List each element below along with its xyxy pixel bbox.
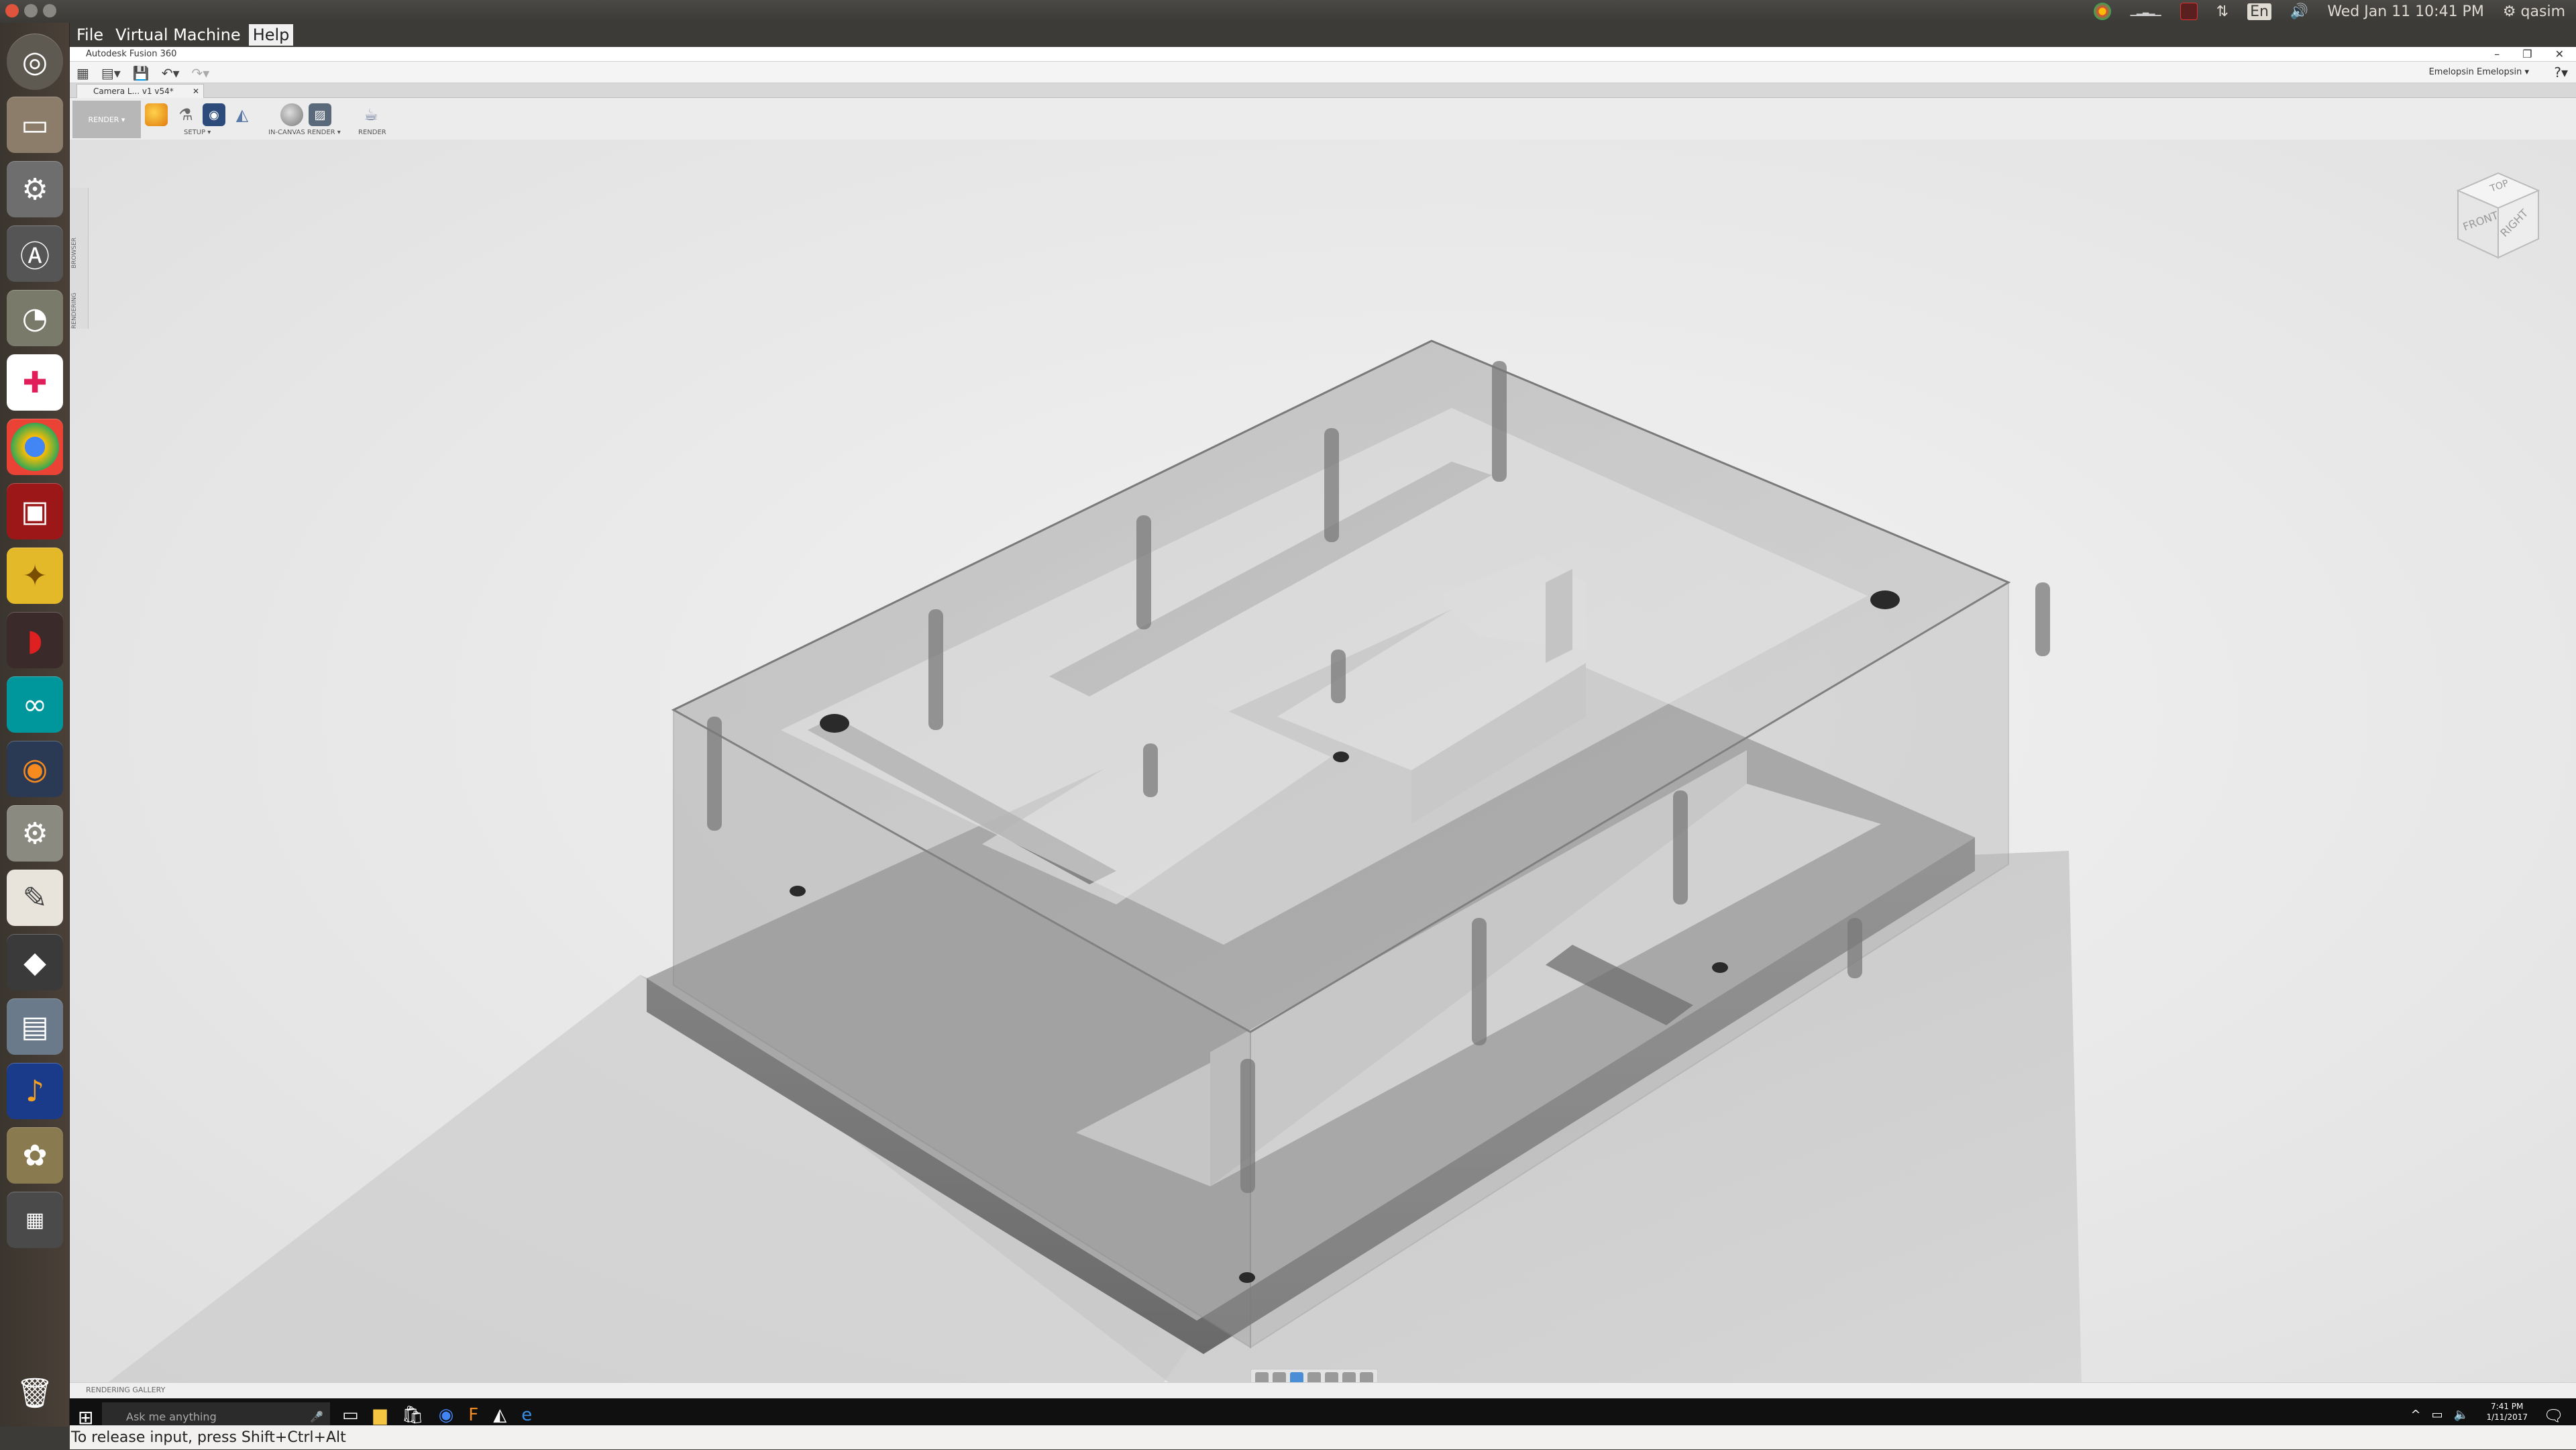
clock[interactable]: Wed Jan 11 10:41 PM (2327, 3, 2484, 20)
chrome-indicator-icon[interactable] (2094, 3, 2112, 20)
fusion-window: Autodesk Fusion 360 – ❐ ✕ ▦ ▤▾ 💾 ↶▾ ↷▾ E… (70, 47, 2576, 1436)
file-menu-icon[interactable]: ▤▾ (101, 65, 121, 81)
blender-icon[interactable]: ◉ (7, 741, 63, 797)
environment-icon[interactable]: ◉ (203, 103, 225, 126)
system-load-icon[interactable]: ▁▂▃▂▁ (2130, 7, 2161, 16)
model-render (70, 340, 2082, 1412)
files-icon[interactable]: ▭ (7, 97, 63, 153)
decal-icon[interactable]: ◭ (231, 103, 254, 126)
document-tabs: Camera L... v1 v54* ✕ (70, 83, 2576, 98)
inkscape-icon[interactable]: ◆ (7, 934, 63, 990)
search-placeholder: Ask me anything (126, 1410, 217, 1423)
in-canvas-render-icon[interactable] (280, 103, 303, 126)
chrome-icon[interactable] (7, 419, 63, 475)
dash-home-icon[interactable]: ◎ (7, 34, 63, 90)
trash-icon[interactable]: 🗑 (7, 1365, 63, 1421)
document-tab[interactable]: Camera L... v1 v54* ✕ (76, 84, 204, 98)
close-button[interactable]: ✕ (2555, 47, 2564, 62)
vm-window: File Virtual Machine Help Autodesk Fusio… (70, 23, 2576, 1449)
network-icon[interactable]: ⇅ (2216, 3, 2229, 20)
system-settings-icon[interactable]: ⚙ (7, 161, 63, 217)
in-canvas-render-label[interactable]: IN-CANVAS RENDER ▾ (268, 129, 341, 136)
terminal-app-icon[interactable]: ▣ (7, 483, 63, 539)
tab-label: Camera L... v1 v54* (93, 87, 174, 96)
fusion-title: Autodesk Fusion 360 (86, 49, 177, 59)
release-input-hint: To release input, press Shift+Ctrl+Alt (71, 1429, 346, 1446)
scene-settings-icon[interactable] (145, 103, 168, 126)
battery-icon[interactable] (2180, 3, 2198, 20)
chrome-taskbar-icon[interactable]: ◉ (439, 1405, 454, 1425)
vm-taskbar-icon[interactable]: ◭ (493, 1405, 506, 1425)
volume-tray-icon[interactable]: 🔈 (2454, 1408, 2469, 1422)
gear-icon: ⚙ (2502, 3, 2516, 20)
redo-icon[interactable]: ↷▾ (192, 65, 210, 81)
audacity-icon[interactable]: ♪ (7, 1063, 63, 1119)
menu-file[interactable]: File (72, 24, 107, 46)
close-tab-icon[interactable]: ✕ (193, 85, 199, 98)
browser-label: BROWSER (71, 237, 78, 268)
taskbar-time: 7:41 PM (2491, 1402, 2524, 1411)
software-updater-icon[interactable]: Ⓐ (7, 225, 63, 282)
help-icon[interactable]: ?▾ (2554, 64, 2568, 81)
show-hidden-icons[interactable]: ^ (2410, 1408, 2420, 1422)
file-explorer-icon[interactable]: ▆ (374, 1405, 387, 1425)
gimp-icon[interactable]: ✿ (7, 1127, 63, 1184)
data-panel-icon[interactable]: ▦ (76, 65, 89, 81)
undo-icon[interactable]: ↶▾ (162, 65, 180, 81)
ubuntu-top-panel: ▁▂▃▂▁ ⇅ En 🔊 Wed Jan 11 10:41 PM ⚙ qasim (0, 0, 2576, 23)
minimize-button[interactable]: – (2494, 47, 2500, 62)
username: qasim (2520, 3, 2565, 20)
taskbar-clock[interactable]: 7:41 PM 1/11/2017 (2486, 1401, 2528, 1422)
render-label[interactable]: RENDER (358, 129, 386, 136)
edge-icon[interactable]: e (521, 1405, 532, 1425)
menu-help[interactable]: Help (248, 24, 294, 46)
browser-panel-collapsed[interactable]: BROWSER RENDERING (70, 188, 89, 329)
volume-icon[interactable]: 🔊 (2290, 3, 2308, 20)
restore-button[interactable]: ❐ (2522, 47, 2532, 62)
disk-usage-icon[interactable]: ◔ (7, 290, 63, 346)
text-editor-icon[interactable]: ✎ (7, 870, 63, 926)
taskbar-date: 1/11/2017 (2486, 1412, 2528, 1422)
remote-desktop-icon[interactable]: ▤ (7, 998, 63, 1055)
window-controls (5, 4, 56, 17)
viewcube[interactable]: TOP FRONT RIGHT (2445, 164, 2552, 271)
workspace-switcher-icon[interactable]: ▦ (7, 1192, 63, 1248)
fusion-taskbar-icon[interactable]: F (468, 1405, 478, 1425)
capture-image-icon[interactable]: ▨ (309, 103, 331, 126)
workspace-switcher[interactable]: RENDER ▾ (72, 101, 141, 138)
minimize-icon[interactable] (24, 4, 38, 17)
red-app-icon[interactable]: ◗ (7, 612, 63, 668)
session-menu[interactable]: ⚙ qasim (2503, 3, 2565, 20)
arduino-icon[interactable]: ∞ (7, 676, 63, 733)
taskbar-apps: ▭ ▆ 🛍 ◉ F ◭ e (342, 1405, 532, 1425)
network-tray-icon[interactable]: ▭ (2432, 1408, 2443, 1422)
action-center-icon[interactable]: 🗨 (2544, 1406, 2564, 1425)
quick-access-toolbar: ▦ ▤▾ 💾 ↶▾ ↷▾ Emelopsin Emelopsin ▾ ?▾ (70, 62, 2576, 83)
slack-icon[interactable]: ✚ (7, 354, 63, 411)
vm-status-bar: To release input, press Shift+Ctrl+Alt (70, 1425, 2576, 1449)
unity-launcher: ◎ ▭ ⚙ Ⓐ ◔ ✚ ▣ ✦ ◗ ∞ ◉ ⚙ ✎ ◆ ▤ ♪ ✿ ▦ 🗑 (0, 23, 70, 1427)
fusion-titlebar: Autodesk Fusion 360 – ❐ ✕ (70, 47, 2576, 62)
user-menu[interactable]: Emelopsin Emelopsin ▾ (2429, 67, 2529, 77)
render-icon[interactable]: ☕ (360, 103, 382, 126)
render-toolbar: RENDER ▾ ⚗ ◉ ◭ SETUP ▾ ▨ IN-CANVAS RENDE… (70, 98, 2576, 140)
rendering-label: RENDERING (71, 293, 78, 329)
indicator-area: ▁▂▃▂▁ ⇅ En 🔊 Wed Jan 11 10:41 PM ⚙ qasim (2094, 3, 2565, 20)
maximize-icon[interactable] (43, 4, 56, 17)
canvas-viewport[interactable]: BROWSER RENDERING TOP FRONT RIGHT (70, 140, 2576, 1412)
rendering-gallery-label: RENDERING GALLERY (86, 1386, 166, 1394)
save-icon[interactable]: 💾 (133, 65, 150, 81)
gears-app-icon[interactable]: ⚙ (7, 805, 63, 862)
menu-virtual-machine[interactable]: Virtual Machine (111, 24, 245, 46)
store-icon[interactable]: 🛍 (402, 1405, 424, 1425)
close-icon[interactable] (5, 4, 19, 17)
task-view-icon[interactable]: ▭ (342, 1405, 359, 1425)
setup-label[interactable]: SETUP ▾ (184, 129, 211, 136)
rendering-gallery-bar[interactable]: RENDERING GALLERY (70, 1382, 2576, 1398)
keyboard-layout-indicator[interactable]: En (2247, 3, 2271, 20)
system-tray: ^ ▭ 🔈 (2410, 1408, 2469, 1422)
vm-menubar: File Virtual Machine Help (70, 23, 2576, 47)
puzzle-app-icon[interactable]: ✦ (7, 548, 63, 604)
appearance-icon[interactable]: ⚗ (174, 103, 197, 126)
